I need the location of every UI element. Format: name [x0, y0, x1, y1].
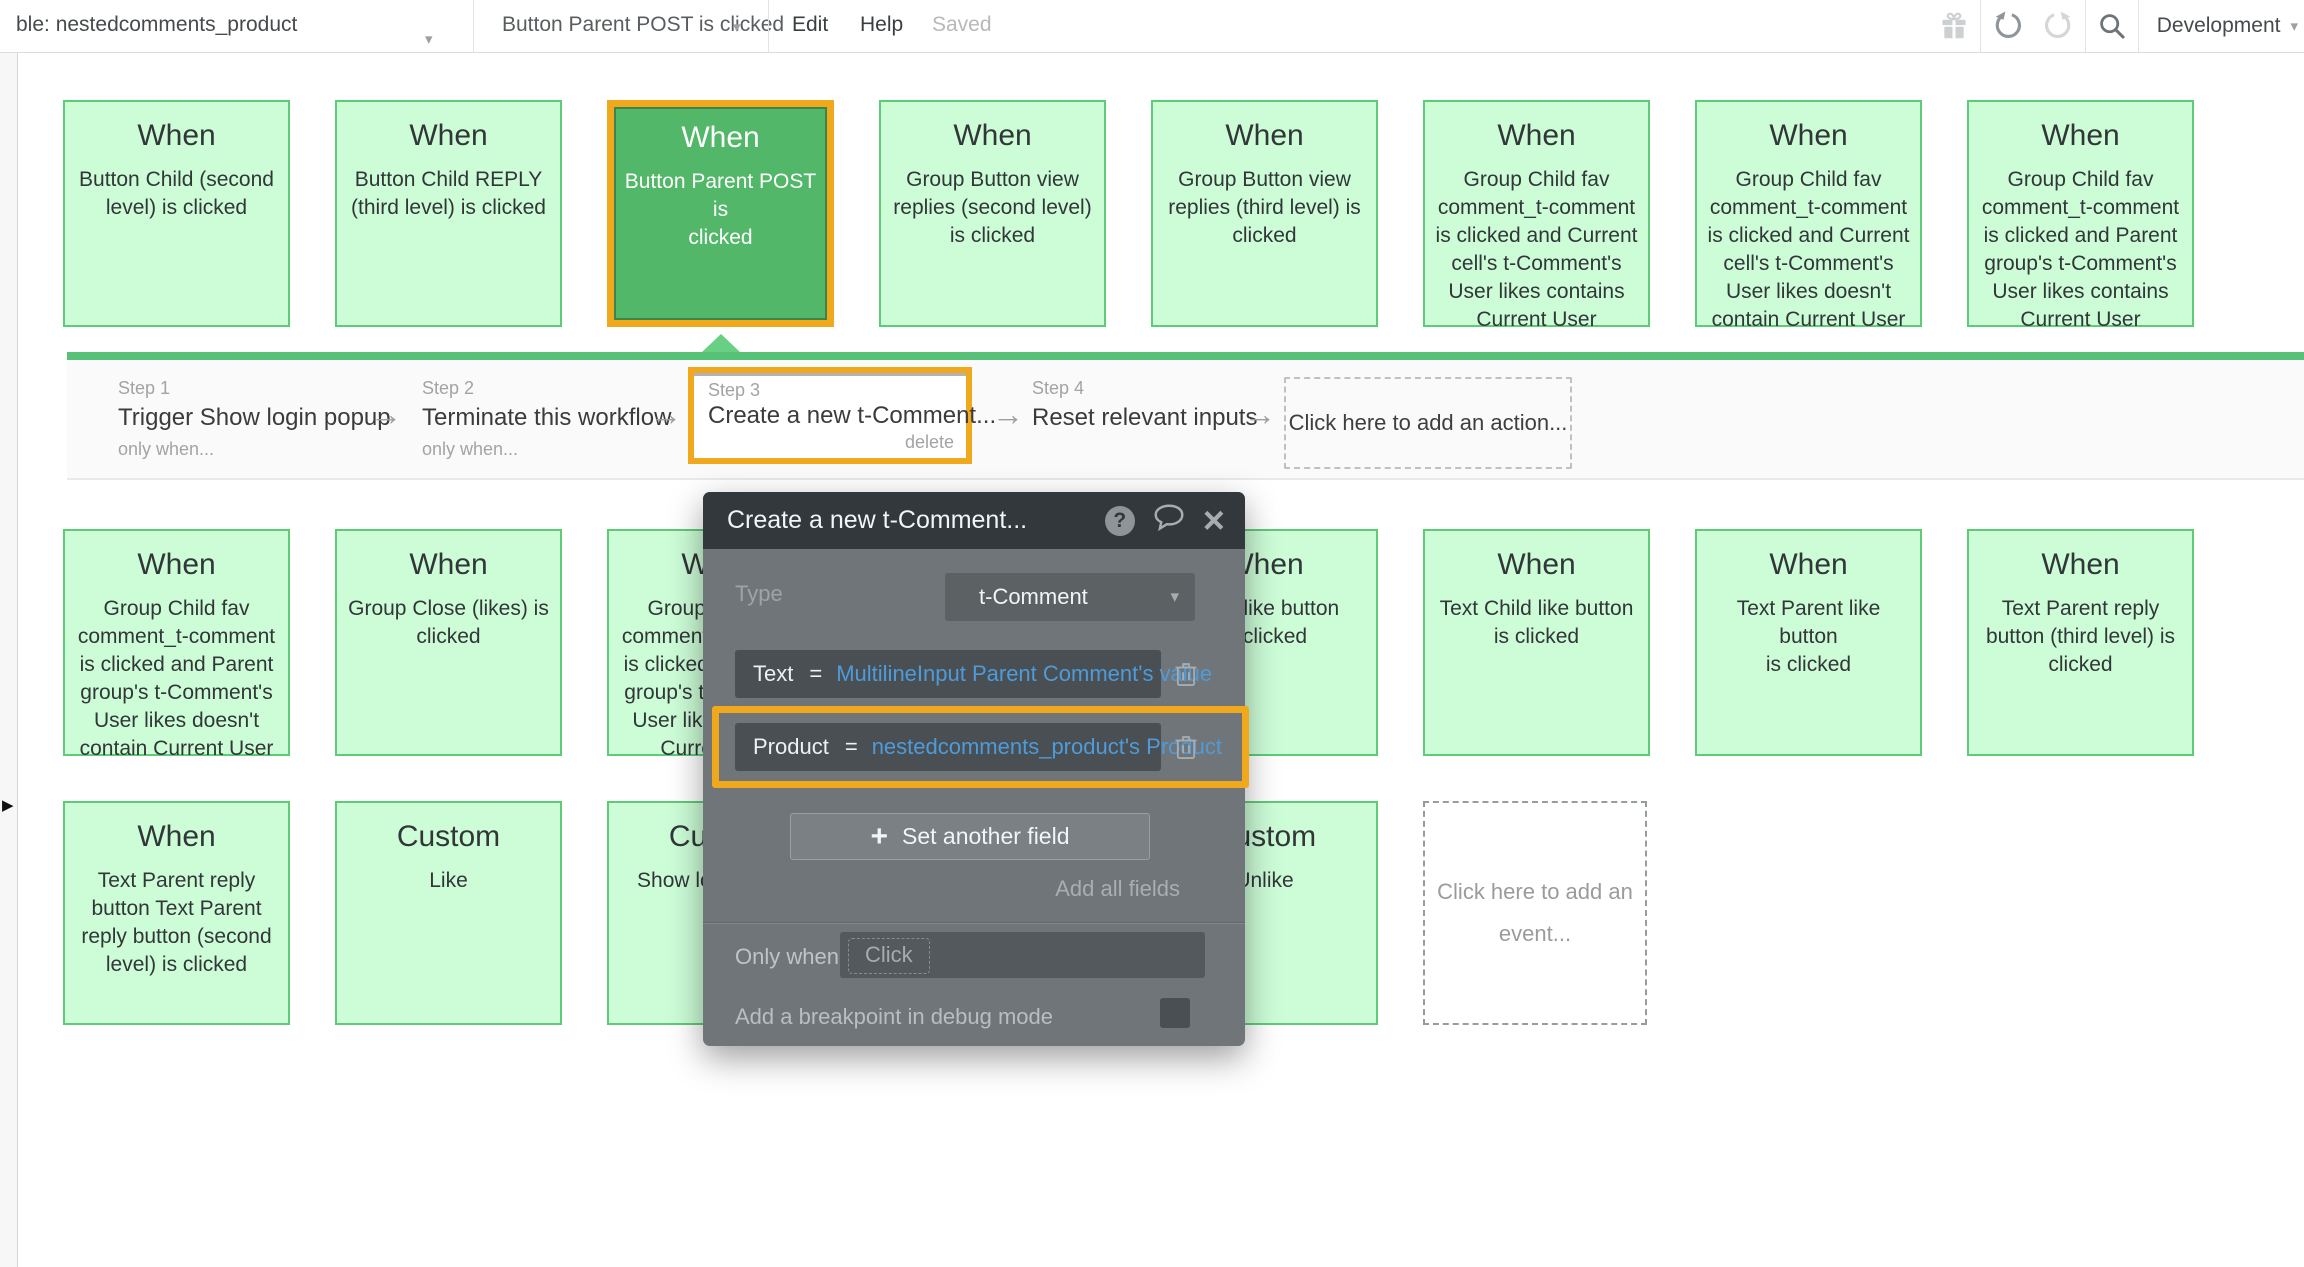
event-card-r1c6[interactable]: When Group Child fav comment_t-comment i…	[1423, 100, 1650, 327]
event-card-r1c8[interactable]: When Group Child fav comment_t-comment i…	[1967, 100, 2194, 327]
plus-icon: +	[870, 822, 888, 852]
topbar-divider	[473, 0, 474, 52]
environment-label: Development	[2157, 14, 2281, 38]
menu-help[interactable]: Help	[860, 13, 903, 37]
action-editor-popup: Create a new t-Comment... ? × Type t-Com…	[703, 492, 1245, 1046]
app-title[interactable]: ble: nestedcomments_product	[16, 13, 297, 37]
help-icon[interactable]: ?	[1105, 506, 1135, 536]
workflow-green-bar	[67, 352, 2304, 360]
only-when-input[interactable]: Click	[840, 932, 1205, 978]
breakpoint-checkbox[interactable]	[1160, 998, 1190, 1028]
redo-icon[interactable]	[2033, 0, 2085, 52]
sidebar-expand-arrow-icon[interactable]: ▶	[2, 796, 14, 814]
event-card-r2c8[interactable]: When Text Parent reply button (third lev…	[1967, 529, 2194, 756]
type-select[interactable]: t-Comment ▾	[945, 573, 1195, 621]
event-card-r1c1[interactable]: When Button Child (second level) is clic…	[63, 100, 290, 327]
event-card-r1c5[interactable]: When Group Button view replies (third le…	[1151, 100, 1378, 327]
step-1[interactable]: Step 1 Trigger Show login popup only whe…	[118, 378, 391, 460]
step-arrow-icon: →	[370, 396, 402, 433]
search-icon[interactable]	[2086, 0, 2138, 52]
workflow-steps-panel: Step 1 Trigger Show login popup only whe…	[67, 360, 2304, 480]
event-card-r2c1[interactable]: When Group Child fav comment_t-comment i…	[63, 529, 290, 756]
chevron-down-icon: ▾	[1170, 573, 1179, 621]
field-row-product[interactable]: Product = nestedcomments_product's Produ…	[735, 723, 1161, 771]
event-card-r3c1[interactable]: When Text Parent reply button Text Paren…	[63, 801, 290, 1025]
left-edge-strip	[0, 52, 18, 1267]
only-when-label: Only when	[735, 944, 839, 970]
event-card-r1c7[interactable]: When Group Child fav comment_t-comment i…	[1695, 100, 1922, 327]
trash-icon[interactable]	[1173, 660, 1199, 693]
menu-edit[interactable]: Edit	[792, 13, 828, 37]
step-arrow-icon: →	[1244, 396, 1276, 433]
step-2[interactable]: Step 2 Terminate this workflow only when…	[422, 378, 671, 460]
type-label: Type	[735, 581, 783, 607]
save-status: Saved	[932, 13, 992, 37]
close-icon[interactable]: ×	[1203, 506, 1225, 536]
add-action-button[interactable]: Click here to add an action...	[1284, 377, 1572, 469]
popup-title: Create a new t-Comment...	[727, 506, 1105, 535]
topbar-divider	[768, 0, 769, 52]
popup-header[interactable]: Create a new t-Comment... ? ×	[703, 492, 1245, 549]
event-card-r2c2[interactable]: When Group Close (likes) is clicked	[335, 529, 562, 756]
step-3-highlighted[interactable]: Step 3 Create a new t-Comment... delete	[688, 367, 972, 464]
app-title-caret-icon[interactable]: ▾	[425, 30, 433, 48]
step-4[interactable]: Step 4 Reset relevant inputs	[1032, 378, 1257, 432]
field-row-text[interactable]: Text = MultilineInput Parent Comment's v…	[735, 650, 1161, 698]
set-another-field-button[interactable]: + Set another field	[790, 813, 1150, 860]
environment-dropdown[interactable]: Development ▾	[2139, 14, 2304, 38]
event-card-r1c4[interactable]: When Group Button view replies (second l…	[879, 100, 1106, 327]
click-chip[interactable]: Click	[848, 938, 930, 974]
event-card-r2c6[interactable]: When Text Child like button is clicked	[1423, 529, 1650, 756]
step-delete-link[interactable]: delete	[905, 432, 954, 453]
gift-icon[interactable]	[1928, 0, 1980, 52]
selected-event-pointer	[702, 334, 740, 352]
comment-bubble-icon[interactable]	[1152, 503, 1186, 538]
popup-divider	[703, 923, 1245, 924]
add-all-fields-link[interactable]: Add all fields	[735, 876, 1180, 902]
event-card-r1c3-selected[interactable]: When Button Parent POST is clicked	[607, 100, 834, 327]
breakpoint-label: Add a breakpoint in debug mode	[735, 1004, 1053, 1030]
environment-caret-icon: ▾	[2290, 17, 2298, 35]
workflow-caret-icon[interactable]: ▾	[733, 18, 741, 36]
step-arrow-icon: →	[650, 396, 682, 433]
step-arrow-icon: →	[992, 396, 1024, 433]
event-card-r3c2[interactable]: Custom Like	[335, 801, 562, 1025]
top-bar: ble: nestedcomments_product ▾ Button Par…	[0, 0, 2304, 53]
event-card-r2c7[interactable]: When Text Parent like button is clicked	[1695, 529, 1922, 756]
topbar-right-group: Development ▾	[1928, 0, 2304, 52]
undo-icon[interactable]	[1981, 0, 2033, 52]
add-event-button[interactable]: Click here to add an event...	[1423, 801, 1647, 1025]
workflow-dropdown[interactable]: Button Parent POST is clicked	[502, 13, 784, 37]
event-card-r1c2[interactable]: When Button Child REPLY (third level) is…	[335, 100, 562, 327]
trash-icon[interactable]	[1173, 733, 1199, 766]
